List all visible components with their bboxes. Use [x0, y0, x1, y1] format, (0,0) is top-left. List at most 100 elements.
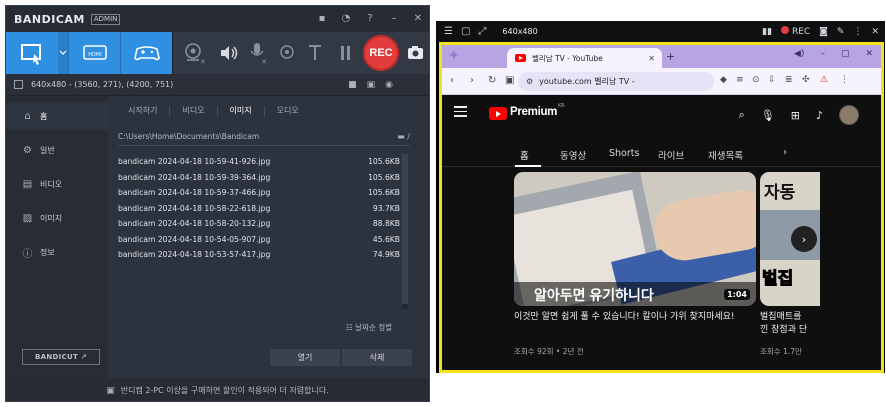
capture-target-checkbox[interactable]: [14, 80, 23, 89]
list-item[interactable]: bandicam 2024-04-18 10-59-37-466.jpg 105.…: [118, 185, 400, 201]
pencil-icon[interactable]: ✎: [837, 27, 845, 37]
screen-mode-dropdown[interactable]: [58, 32, 68, 74]
capture-coordinates: 640x480 - (3560, 271), (4200, 751): [31, 80, 174, 89]
chevron-right-icon: ›: [801, 232, 807, 246]
sidebar-item-image[interactable]: ▨ 이미지: [6, 204, 108, 232]
broadcast-icon[interactable]: ◉: [385, 80, 393, 90]
close-icon[interactable]: ✕: [871, 27, 879, 37]
puzzle-icon[interactable]: ✣: [802, 75, 810, 85]
microphone-icon[interactable]: ✕: [247, 41, 269, 65]
window-maximize-icon[interactable]: ▢: [841, 49, 850, 59]
camera-icon[interactable]: ◙: [819, 27, 828, 37]
tab-videos[interactable]: 동영상: [560, 148, 586, 162]
tab-close-icon[interactable]: ✕: [648, 54, 655, 63]
list-item[interactable]: bandicam 2024-04-18 10-58-22-618.jpg 93.7…: [118, 201, 400, 217]
sidebar-item-home[interactable]: ⌂ 홈: [6, 102, 108, 130]
reload-icon[interactable]: ↻: [488, 75, 496, 86]
scrollbar-thumb[interactable]: [402, 154, 408, 304]
text-overlay-icon[interactable]: [307, 43, 323, 63]
open-folder-icon[interactable]: ▬ /: [397, 130, 410, 144]
delete-button[interactable]: 삭제: [342, 349, 412, 366]
list-item[interactable]: bandicam 2024-04-18 10-59-39-364.jpg 105.…: [118, 170, 400, 186]
tab-image[interactable]: 이미지: [216, 106, 264, 116]
search-icon[interactable]: ⌕: [739, 108, 745, 122]
screenshot-icon[interactable]: ▣: [367, 80, 376, 90]
extension-icon[interactable]: ◆: [720, 75, 727, 85]
tab-home[interactable]: 홈: [520, 148, 529, 162]
back-icon[interactable]: ‹: [450, 75, 454, 86]
clock-icon[interactable]: ◔: [341, 14, 351, 24]
tab-audio-icon[interactable]: ◀): [794, 49, 804, 59]
menu-dots-icon[interactable]: ⋮: [853, 27, 862, 37]
video-record-icon[interactable]: ■: [348, 80, 357, 90]
pause-icon[interactable]: ▮▮: [762, 27, 772, 37]
close-icon[interactable]: ✕: [413, 14, 423, 24]
youtube-logo-icon[interactable]: [489, 107, 507, 120]
window-minimize-icon[interactable]: –: [820, 49, 825, 59]
forward-icon[interactable]: ›: [470, 75, 474, 86]
tab-live[interactable]: 라이브: [658, 148, 684, 162]
sidebar-item-info[interactable]: ⓘ 정보: [6, 238, 108, 266]
resize-icon[interactable]: ⤢: [478, 26, 486, 37]
tab-get-started[interactable]: 시작하기: [118, 106, 169, 116]
chevron-right-icon[interactable]: ›: [783, 147, 787, 158]
promo-footer[interactable]: ▣ 반디캠 2-PC 이상을 구매하면 할인이 적용되어 더 저렴합니다.: [6, 378, 429, 401]
gear-icon: ⚙: [23, 144, 32, 156]
tab-audio[interactable]: 오디오: [263, 106, 311, 116]
tab-shorts[interactable]: Shorts: [609, 148, 639, 159]
browser-tab[interactable]: 벨리남 TV - YouTube ✕: [507, 48, 662, 68]
sidebar-item-video[interactable]: ▤ 비디오: [6, 170, 108, 198]
camera-icon[interactable]: [407, 45, 425, 61]
device-mode-button[interactable]: HDMI: [68, 32, 120, 74]
file-list-scrollbar[interactable]: [402, 154, 408, 309]
open-button[interactable]: 열기: [270, 349, 340, 366]
create-icon[interactable]: ⊞: [791, 109, 800, 122]
list-item[interactable]: bandicam 2024-04-18 10-58-20-132.jpg 88.8…: [118, 216, 400, 232]
menu-icon[interactable]: ☰: [444, 26, 453, 37]
reading-mode-icon[interactable]: ≣: [785, 75, 793, 85]
address-bar[interactable]: ⚙ youtube.com 벨리남 TV -: [518, 72, 714, 91]
video-title[interactable]: 벌집매트를 낀 장점과 단: [760, 311, 860, 337]
avatar[interactable]: [839, 105, 859, 125]
tab-playlists[interactable]: 재생목록: [708, 148, 743, 162]
speaker-icon[interactable]: [218, 43, 240, 63]
list-item[interactable]: bandicam 2024-04-18 10-54-05-907.jpg 45.6…: [118, 232, 400, 248]
pause-icon[interactable]: [339, 45, 353, 63]
hamburger-menu-icon[interactable]: [454, 106, 467, 120]
screen-mode-button[interactable]: [6, 32, 58, 74]
carousel-next-button[interactable]: ›: [791, 226, 817, 252]
screenshot-extension-icon[interactable]: ⊙: [752, 75, 760, 85]
capture-rec-label[interactable]: REC: [792, 27, 810, 37]
webcam-icon[interactable]: ✕: [182, 41, 206, 65]
voice-search-icon[interactable]: 🎙︎: [761, 109, 775, 122]
image-icon: ▨: [22, 212, 33, 224]
list-item[interactable]: bandicam 2024-04-18 10-53-57-417.jpg 74.9…: [118, 247, 400, 263]
thumbnail-caption: 자동: [764, 183, 796, 202]
fullscreen-icon[interactable]: ▢: [461, 26, 470, 37]
capture-size-label[interactable]: 640x480: [502, 27, 537, 36]
new-tab-icon[interactable]: +: [666, 50, 675, 63]
notifications-bell-icon[interactable]: ♪: [816, 109, 823, 122]
sort-by-date-button[interactable]: ☷ 날짜순 정렬: [346, 322, 392, 333]
minimize-icon[interactable]: –: [389, 14, 399, 24]
list-item[interactable]: bandicam 2024-04-18 10-59-41-926.jpg 105.…: [118, 154, 400, 170]
cursor-effect-icon[interactable]: [278, 43, 296, 63]
download-icon[interactable]: ⇩: [768, 75, 776, 85]
sidebar-item-general[interactable]: ⚙ 일반: [6, 136, 108, 164]
youtube-premium-logo[interactable]: Premium: [510, 106, 557, 118]
bookmark-list-icon[interactable]: ≡: [736, 75, 744, 85]
window-close-icon[interactable]: ✕: [865, 49, 873, 59]
site-info-icon[interactable]: ⚙: [526, 77, 533, 86]
tab-video[interactable]: 비디오: [169, 106, 216, 116]
rec-button[interactable]: REC: [363, 35, 399, 71]
warning-icon[interactable]: ⚠: [820, 75, 828, 85]
video-title[interactable]: 이것만 알면 쉽게 풀 수 있습니다! 칼이나 가위 찾지마세요!: [514, 311, 754, 324]
bandicut-button[interactable]: BANDICUT ↗: [22, 349, 100, 365]
file-name: bandicam 2024-04-18 10-53-57-417.jpg: [118, 250, 271, 260]
help-icon[interactable]: ?: [365, 14, 375, 24]
game-mode-button[interactable]: [120, 32, 172, 74]
browser-menu-icon[interactable]: ⋮: [840, 75, 849, 85]
folder-icon[interactable]: ▪: [317, 14, 327, 24]
video-thumbnail[interactable]: 알아두면 유기하니다 1:04: [514, 172, 756, 306]
reader-icon[interactable]: ▣: [505, 75, 514, 86]
